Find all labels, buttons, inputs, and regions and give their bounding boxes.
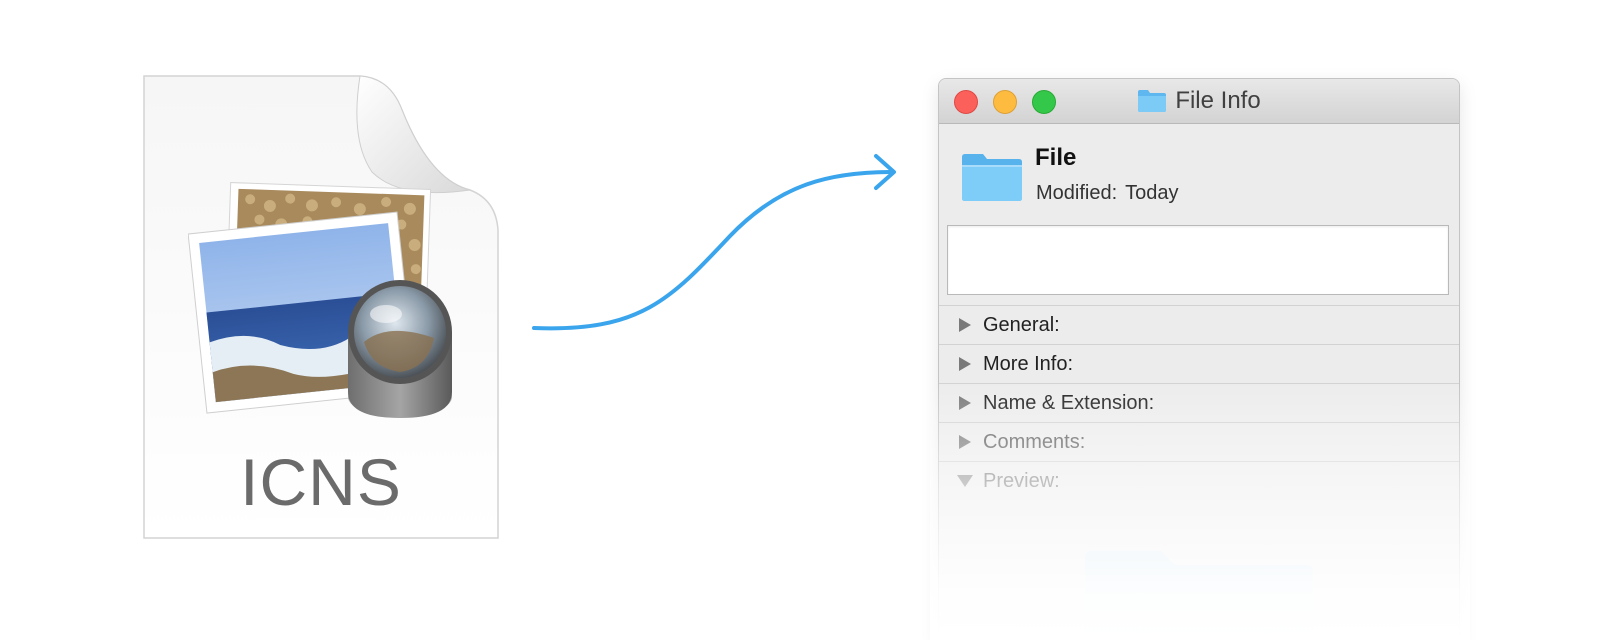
section-label: Preview: [983, 469, 1060, 492]
folder-icon [1138, 90, 1167, 112]
stage: ICNS File Info File Modified: Today Gene… [0, 0, 1600, 640]
section-label: General: [983, 313, 1060, 336]
folder-icon [1085, 551, 1313, 637]
file-summary: File Modified: Today [939, 124, 1459, 224]
modified-value: Today [1125, 182, 1179, 204]
section-general[interactable]: General: [939, 305, 1459, 344]
icns-file-type-label: ICNS [240, 445, 402, 519]
section-label: Name & Extension: [983, 391, 1155, 414]
file-info-window: File Info File Modified: Today General: M… [938, 78, 1460, 640]
window-title-area: File Info [939, 79, 1459, 123]
window-title: File Info [1175, 87, 1261, 114]
folder-icon [962, 154, 1022, 201]
modified-label: Modified: [1036, 182, 1118, 204]
disclosure-triangle-expanded-icon[interactable] [957, 475, 973, 487]
arrow-icon [532, 154, 896, 331]
icns-document-icon[interactable]: ICNS [140, 70, 502, 542]
disclosure-triangle-icon[interactable] [959, 396, 971, 410]
window-titlebar[interactable]: File Info [939, 79, 1459, 124]
preview-app-icon [188, 182, 452, 418]
section-label: More Info: [983, 352, 1074, 375]
section-comments[interactable]: Comments: [939, 422, 1459, 461]
file-name: File [1035, 144, 1077, 171]
disclosure-triangle-icon[interactable] [959, 435, 971, 449]
disclosure-triangle-icon[interactable] [959, 318, 971, 332]
info-sections: General: More Info: Name & Extension: Co… [939, 305, 1459, 500]
disclosure-triangle-icon[interactable] [959, 357, 971, 371]
modified-info: Modified: Today [1036, 182, 1179, 205]
section-name-extension[interactable]: Name & Extension: [939, 383, 1459, 422]
section-label: Comments: [983, 430, 1086, 453]
section-more-info[interactable]: More Info: [939, 344, 1459, 383]
section-preview[interactable]: Preview: [939, 461, 1459, 500]
tags-input[interactable] [947, 225, 1449, 295]
